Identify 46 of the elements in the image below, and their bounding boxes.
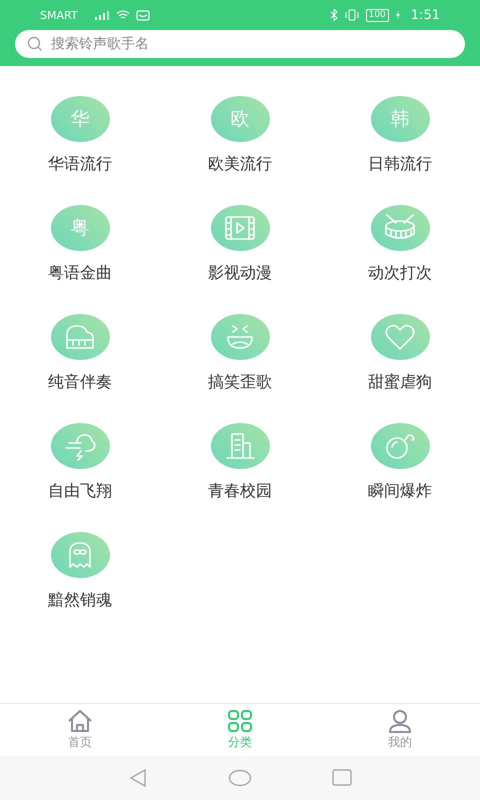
category-label: 自由飞翔 (48, 481, 112, 502)
battery-level: 100 (366, 8, 389, 22)
category-icon-badge[interactable] (50, 532, 110, 578)
grid-icon (226, 709, 254, 733)
piano-icon (63, 322, 97, 352)
wind-cloud-icon (63, 431, 97, 461)
category-label: 日韩流行 (368, 154, 432, 175)
vibrate-icon (344, 9, 360, 21)
message-icon (136, 10, 150, 20)
recents-icon[interactable] (332, 769, 352, 787)
bluetooth-icon (330, 9, 338, 21)
clock-time: 1:51 (410, 8, 440, 22)
category-badge[interactable]: 韩 (370, 96, 430, 142)
charging-icon (394, 10, 401, 20)
category-badge[interactable]: 华 (50, 96, 110, 142)
search-field[interactable]: 搜索铃声歌手名 (15, 30, 465, 58)
category-label: 粤语金曲 (48, 263, 112, 284)
category-label: 瞬间爆炸 (368, 481, 432, 502)
category-icon-badge[interactable] (210, 205, 270, 251)
heart-icon (383, 322, 417, 352)
category-badge[interactable]: 粤 (50, 205, 110, 251)
category-icon-badge[interactable] (50, 314, 110, 360)
category-label: 黯然销魂 (48, 590, 112, 611)
category-icon-badge[interactable] (370, 423, 430, 469)
category-icon-badge[interactable] (370, 205, 430, 251)
category-icon-badge[interactable] (210, 314, 270, 360)
category-label: 甜蜜虐狗 (368, 372, 432, 393)
signal-icon (94, 10, 110, 20)
category-label: 青春校园 (208, 481, 272, 502)
category-label: 欧美流行 (208, 154, 272, 175)
home-circle-icon[interactable] (228, 769, 252, 787)
film-icon (223, 213, 257, 243)
category-label: 纯音伴奏 (48, 372, 112, 393)
category-label: 动次打次 (368, 263, 432, 284)
carrier-name: SMART (40, 8, 78, 22)
category-label: 影视动漫 (208, 263, 272, 284)
category-label: 搞笑歪歌 (208, 372, 272, 393)
home-icon (66, 709, 94, 733)
category-badge[interactable]: 欧 (210, 96, 270, 142)
category-icon-badge[interactable] (210, 423, 270, 469)
person-icon (386, 709, 414, 733)
wifi-icon (116, 10, 130, 20)
category-icon-badge[interactable] (50, 423, 110, 469)
back-icon[interactable] (128, 768, 148, 788)
category-label: 华语流行 (48, 154, 112, 175)
category-icon-badge[interactable] (370, 314, 430, 360)
